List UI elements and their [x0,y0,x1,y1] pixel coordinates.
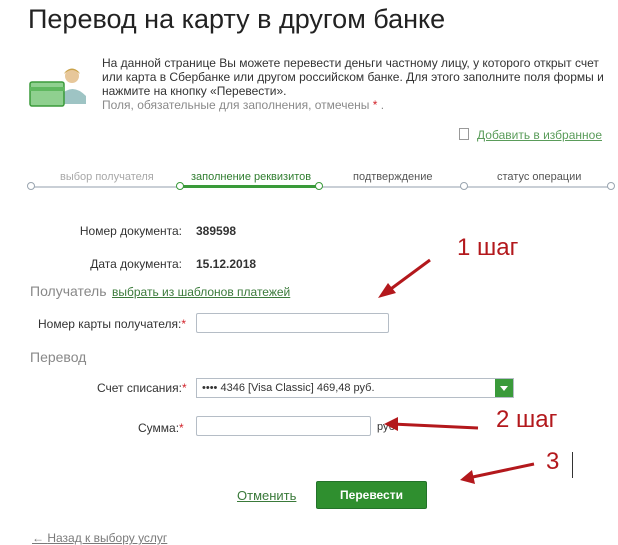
required-hint-end: . [380,98,385,112]
account-label: Счет списания:* [97,381,187,395]
required-mark: * [181,317,187,331]
card-number-label-text: Номер карты получателя: [38,317,182,331]
currency-label: руб. [377,421,398,433]
amount-label-text: Сумма: [138,421,180,435]
add-to-favorites-link[interactable]: Добавить в избранное [459,128,602,142]
required-hint: Поля, обязательные для заполнения, отмеч… [102,98,370,112]
step-choose-recipient: выбор получателя [60,171,154,183]
amount-label: Сумма:* [138,421,184,435]
steps-progress-active [178,185,320,188]
annotation-step-1: 1 шаг [457,234,519,261]
step-dot-1 [27,182,35,190]
document-number-value: 389598 [196,224,237,238]
recipient-section-title: Получатель [30,283,107,299]
arrow-step-3 [460,462,535,484]
intro-block: На данной странице Вы можете перевести д… [102,56,610,112]
step-operation-status: статус операции [497,171,582,183]
account-select[interactable]: •••• 4346 [Visa Classic] 469,48 руб. [196,378,514,398]
page-title: Перевод на карту в другом банке [28,4,446,34]
card-person-icon [29,68,86,107]
transfer-section-title: Перевод [30,349,87,365]
arrow-step-2 [384,417,479,431]
document-date-value: 15.12.2018 [196,257,257,271]
account-label-text: Счет списания: [97,381,182,395]
amount-input[interactable] [196,416,371,436]
card-number-label: Номер карты получателя:* [38,317,186,331]
step-confirmation: подтверждение [353,171,433,183]
cancel-link[interactable]: Отменить [237,488,296,503]
step-fill-details: заполнение реквизитов [191,171,312,183]
bookmark-icon [459,128,470,140]
step-dot-3 [315,182,323,190]
templates-link[interactable]: выбрать из шаблонов платежей [112,285,290,299]
document-number-label: Номер документа: [79,224,182,238]
step-dot-2 [176,182,184,190]
step-dot-4 [460,182,468,190]
arrow-step-1 [378,258,431,298]
intro-text: На данной странице Вы можете перевести д… [102,56,604,98]
step-dot-5 [607,182,615,190]
chevron-down-icon[interactable] [495,379,513,397]
text-cursor [572,452,573,478]
document-date-label: Дата документа: [90,257,182,271]
annotation-step-3: 3 [546,448,560,475]
card-number-input[interactable] [196,313,389,333]
required-mark: * [181,381,187,395]
account-selected-value: •••• 4346 [Visa Classic] 469,48 руб. [202,382,375,394]
required-mark: * [372,98,378,112]
required-mark: * [179,421,184,435]
annotation-step-2: 2 шаг [496,406,558,433]
add-to-favorites-label: Добавить в избранное [477,128,602,142]
transfer-button[interactable]: Перевести [316,481,427,509]
